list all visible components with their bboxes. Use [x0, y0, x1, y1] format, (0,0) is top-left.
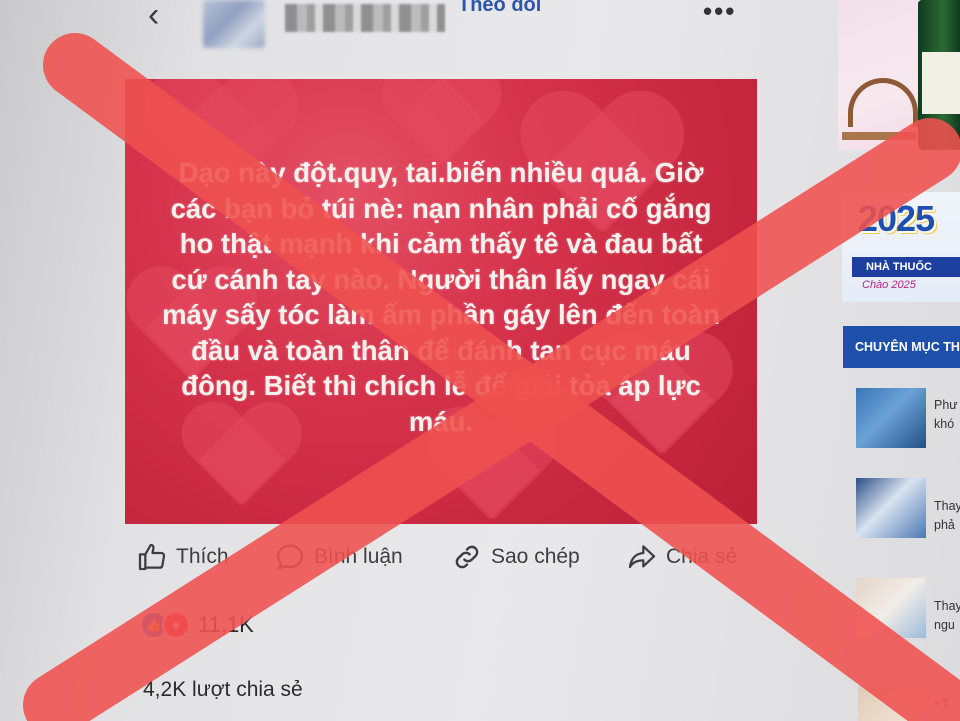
article-snippet[interactable]: Phư — [934, 396, 958, 415]
like-button[interactable]: Thích — [136, 538, 229, 576]
article-snippet[interactable]: khó — [934, 415, 954, 434]
copy-label: Sao chép — [491, 545, 580, 568]
article-snippet[interactable]: Thay — [934, 497, 960, 516]
back-arrow-icon[interactable]: ‹ — [148, 0, 178, 34]
post-image: Dạo này đột.quy, tai.biến nhiều quá. Giờ… — [125, 79, 757, 524]
comment-button[interactable]: Bình luận — [274, 538, 403, 576]
comment-label: Bình luận — [314, 545, 403, 568]
article-snippet[interactable]: phả — [934, 516, 955, 535]
article-thumbnail[interactable] — [856, 478, 926, 538]
article-thumbnail[interactable] — [858, 686, 924, 721]
avatar[interactable] — [203, 0, 265, 48]
reaction-summary[interactable]: 👍 ♥ 11,1K — [140, 608, 254, 642]
ad-title: NHÀ THUỐC — [852, 257, 960, 277]
more-options-icon[interactable]: ••• — [703, 0, 736, 27]
article-thumbnail[interactable] — [856, 578, 926, 638]
article-snippet[interactable]: Thay — [934, 597, 960, 616]
copy-button[interactable]: Sao chép — [451, 538, 580, 576]
ad-subtitle: Chào 2025 — [862, 279, 916, 291]
article-thumbnail[interactable] — [856, 388, 926, 448]
article-snippet[interactable]: ngu — [934, 616, 955, 635]
pixelated-username — [285, 4, 445, 32]
post-text: Dạo này đột.quy, tai.biến nhiều quá. Giờ… — [162, 157, 720, 437]
comment-bubble-icon — [276, 544, 304, 571]
ad-year: 2025 — [858, 198, 935, 239]
post-action-bar: Thích Bình luận Sao chép Chia sẻ — [136, 538, 776, 576]
phone-screen: ‹ Theo dõi ••• Dạo này đột.quy, tai.biến… — [0, 0, 960, 721]
category-header[interactable]: CHUYÊN MỤC THỜI SỰ — [843, 326, 960, 368]
bridge-illustration — [842, 60, 918, 140]
follow-button[interactable]: Theo dõi — [458, 0, 541, 17]
reaction-count: 11,1K — [198, 612, 254, 637]
share-button[interactable]: Chia sẻ — [626, 538, 737, 576]
share-count[interactable]: 4,2K lượt chia sẻ — [143, 678, 303, 702]
bottle-label — [922, 52, 960, 114]
article-snippet[interactable]: • T — [934, 695, 949, 714]
heart-reaction-icon: ♥ — [162, 611, 190, 639]
link-icon — [455, 545, 479, 569]
share-label: Chia sẻ — [666, 545, 738, 568]
share-arrow-icon — [628, 545, 656, 569]
thumbs-up-icon — [138, 543, 166, 571]
like-label: Thích — [176, 545, 229, 568]
